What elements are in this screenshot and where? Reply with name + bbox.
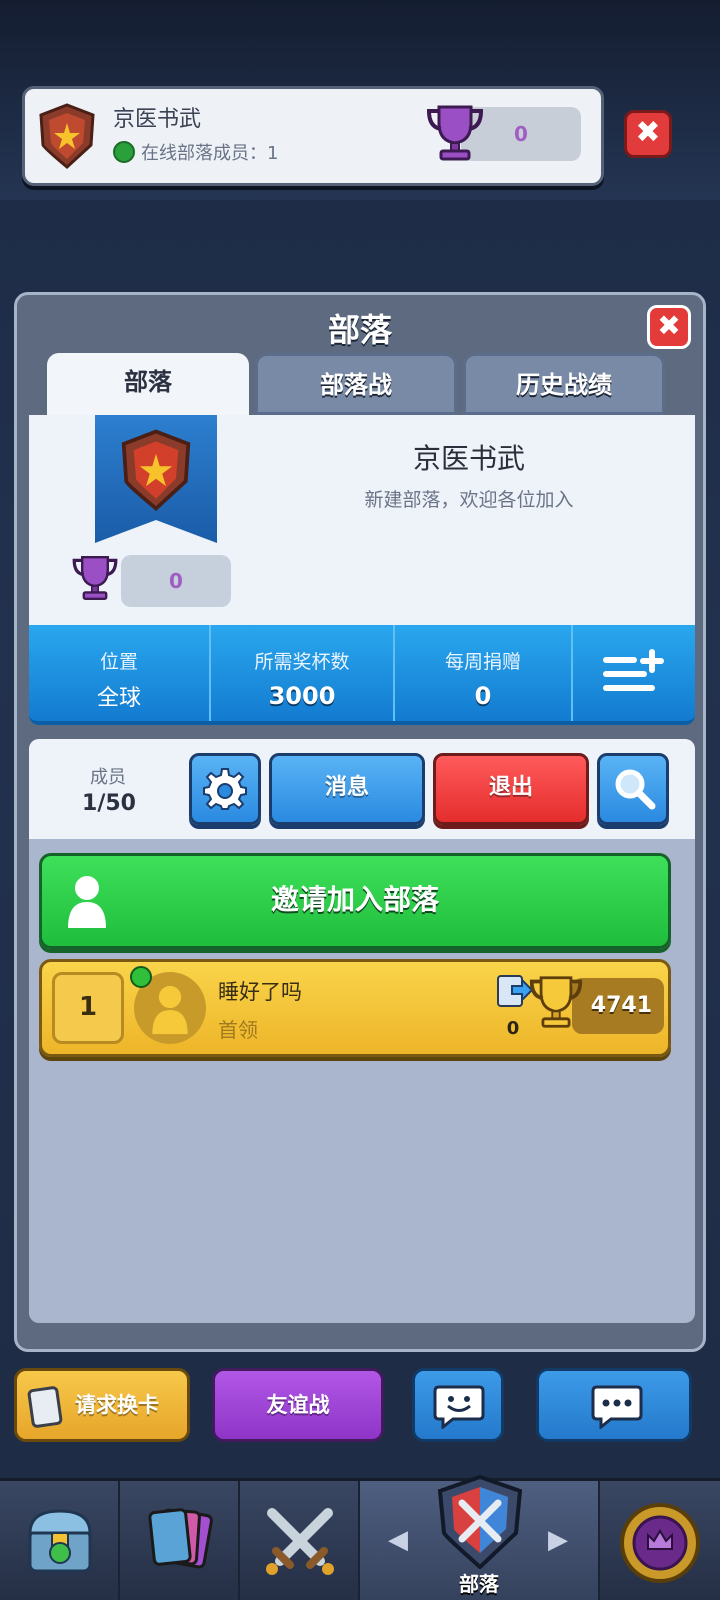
crossed-swords-icon bbox=[266, 1508, 334, 1575]
list-add-icon bbox=[603, 649, 664, 691]
friendly-battle-button[interactable]: 友谊战 bbox=[212, 1368, 384, 1442]
request-cards-label: 请求换卡 bbox=[75, 1393, 159, 1417]
nav-shop[interactable] bbox=[0, 1481, 120, 1600]
stat-donation-label: 每周捐赠 bbox=[444, 651, 521, 673]
member-name: 睡好了吗 bbox=[218, 980, 302, 1004]
nav-cards[interactable] bbox=[120, 1481, 240, 1600]
online-status-icon bbox=[130, 966, 152, 988]
stat-weekly-donations: 每周捐赠 0 bbox=[395, 625, 573, 721]
stat-required-label: 所需奖杯数 bbox=[254, 651, 350, 673]
members-list-area: 成员 1/50 消息 退出 邀请加入部落 1 睡好了吗 首领 0 4741 bbox=[29, 739, 695, 1323]
member-rank: 1 bbox=[52, 972, 124, 1044]
message-button[interactable]: 消息 bbox=[269, 753, 425, 825]
chat-button[interactable] bbox=[536, 1368, 692, 1442]
request-cards-button[interactable]: 请求换卡 bbox=[14, 1368, 190, 1442]
panel-title: 部落 bbox=[327, 311, 392, 349]
nav-clan-label: 部落 bbox=[459, 1572, 499, 1596]
stat-location-label: 位置 bbox=[99, 651, 138, 673]
stat-required-value: 3000 bbox=[268, 682, 336, 710]
top-close-button[interactable]: ✖ bbox=[624, 110, 672, 158]
clan-menu-button[interactable] bbox=[573, 625, 695, 721]
member-row[interactable]: 1 睡好了吗 首领 0 4741 bbox=[39, 959, 671, 1057]
chat-icon bbox=[591, 1385, 643, 1429]
clan-shield-icon bbox=[437, 1474, 523, 1569]
member-role: 首领 bbox=[218, 1018, 258, 1042]
search-icon bbox=[615, 769, 656, 810]
bottom-navigation: ◀ ▶ 部落 bbox=[0, 1474, 720, 1600]
members-toolbar: 成员 1/50 消息 退出 bbox=[29, 739, 695, 839]
nav-clan[interactable]: ◀ ▶ 部落 bbox=[360, 1474, 600, 1600]
stat-required-trophies: 所需奖杯数 3000 bbox=[211, 625, 395, 721]
tab-clan[interactable]: 部落 bbox=[47, 353, 249, 415]
nav-tournament[interactable] bbox=[600, 1481, 720, 1600]
stat-location-value: 全球 bbox=[96, 686, 141, 711]
clan-name: 京医书武 bbox=[412, 442, 525, 475]
tab-clan-war[interactable]: 部落战 bbox=[255, 353, 457, 415]
stat-location: 位置 全球 bbox=[29, 625, 211, 721]
members-label: 成员 bbox=[90, 767, 126, 788]
clan-info-card: 京医书武 新建部落，欢迎各位加入 0 bbox=[29, 415, 695, 625]
purple-trophy-icon bbox=[72, 556, 118, 600]
online-status-icon bbox=[113, 141, 135, 163]
clan-badge-icon bbox=[121, 429, 191, 511]
clan-trophy-count: 0 bbox=[121, 555, 231, 607]
clan-description: 新建部落，欢迎各位加入 bbox=[364, 489, 574, 511]
members-count: 1/50 bbox=[82, 791, 136, 816]
online-members-label: 在线部落成员：1 bbox=[141, 143, 279, 164]
member-donations: 0 bbox=[506, 1018, 520, 1039]
stat-donation-value: 0 bbox=[474, 682, 492, 710]
top-clan-name: 京医书武 bbox=[113, 107, 202, 132]
chest-icon bbox=[28, 1509, 92, 1573]
panel-close-button[interactable]: ✖ bbox=[647, 305, 691, 349]
friendly-battle-label: 友谊战 bbox=[266, 1393, 330, 1417]
smile-chat-icon bbox=[433, 1385, 485, 1429]
gold-trophy-icon bbox=[529, 976, 583, 1028]
tab-war-history[interactable]: 历史战绩 bbox=[463, 353, 665, 415]
cards-icon bbox=[148, 1508, 213, 1569]
leave-button[interactable]: 退出 bbox=[433, 753, 589, 825]
nav-battle[interactable] bbox=[240, 1481, 360, 1600]
clan-summary-bar[interactable]: 京医书武 在线部落成员：1 0 bbox=[22, 86, 604, 186]
clan-trophy-value: 0 bbox=[169, 569, 183, 593]
emote-button[interactable] bbox=[412, 1368, 504, 1442]
settings-button[interactable] bbox=[189, 753, 261, 825]
invite-to-clan-button[interactable]: 邀请加入部落 bbox=[39, 853, 671, 949]
search-button[interactable] bbox=[597, 753, 669, 825]
card-icon bbox=[27, 1386, 63, 1428]
clan-badge-icon bbox=[39, 103, 95, 169]
clan-panel: 部落 ✖ 部落 部落战 历史战绩 京医书武 新建部落，欢迎各位加入 0 位置 全… bbox=[14, 292, 706, 1352]
invite-label: 邀请加入部落 bbox=[270, 883, 439, 916]
nav-left-arrow-icon: ◀ bbox=[388, 1525, 408, 1555]
nav-right-arrow-icon: ▶ bbox=[548, 1525, 568, 1555]
laurel-crown-icon bbox=[620, 1503, 700, 1583]
purple-trophy-icon bbox=[426, 105, 484, 161]
clan-stats-bar: 位置 全球 所需奖杯数 3000 每周捐赠 0 bbox=[29, 625, 695, 725]
person-icon bbox=[152, 985, 188, 1035]
gear-icon bbox=[203, 768, 247, 810]
member-trophies: 4741 bbox=[572, 978, 664, 1034]
